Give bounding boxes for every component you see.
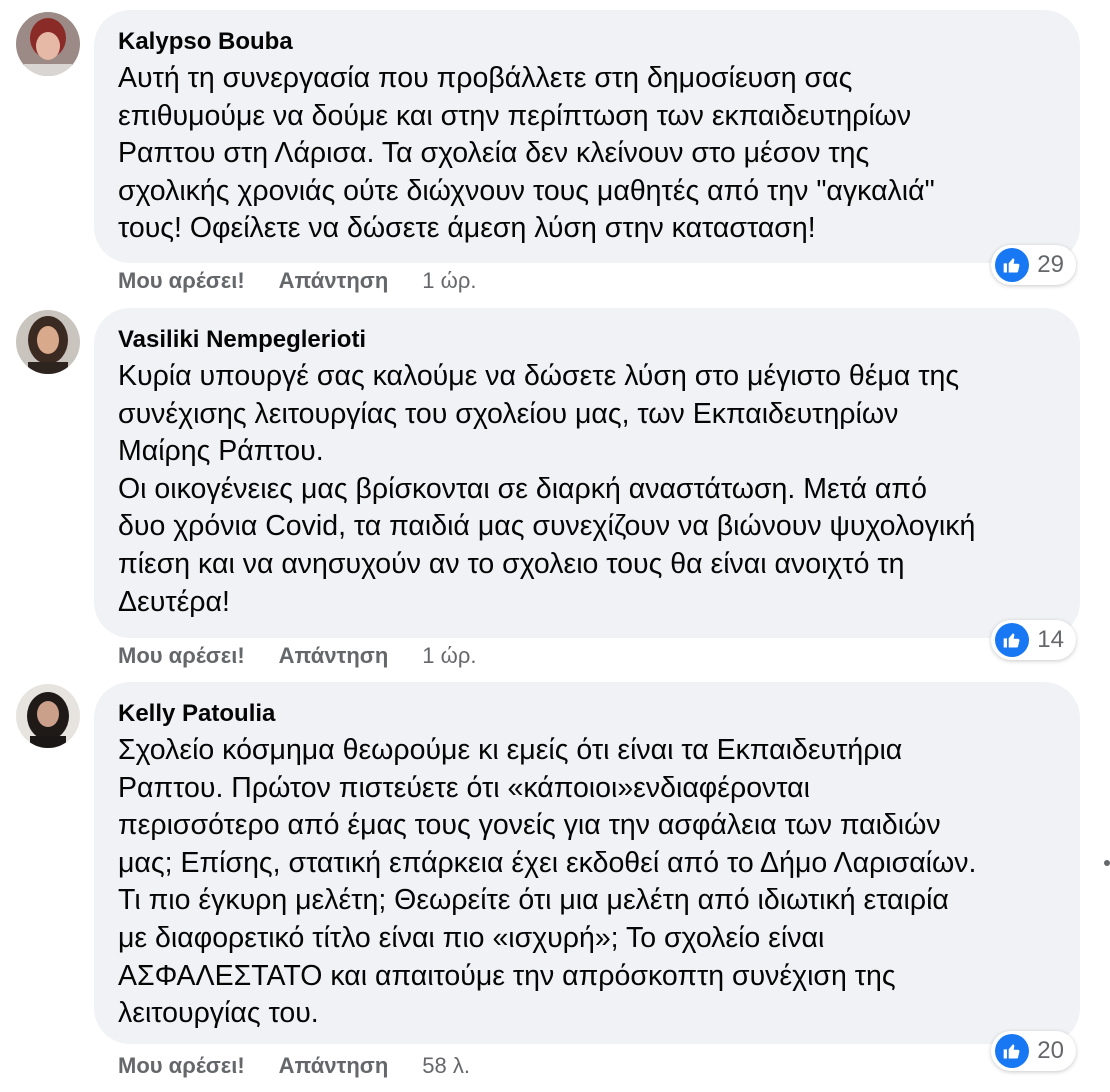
reaction-count: 29	[1037, 251, 1064, 278]
comment-actions: Μου αρέσει! Απάντηση 1 ώρ.	[118, 641, 476, 671]
reaction-summary[interactable]: 14	[991, 620, 1076, 660]
reply-button[interactable]: Απάντηση	[279, 643, 389, 669]
comment-author[interactable]: Vasiliki Nempeglerioti	[118, 324, 1056, 356]
avatar[interactable]	[16, 12, 80, 76]
more-options-dot[interactable]	[1104, 860, 1110, 866]
comment-text: Αυτή τη συνεργασία που προβάλλετε στη δη…	[118, 62, 935, 245]
comment-actions: Μου αρέσει! Απάντηση 1 ώρ.	[118, 266, 476, 296]
comment-timestamp[interactable]: 58 λ.	[422, 1053, 470, 1079]
comment-timestamp[interactable]: 1 ώρ.	[422, 643, 476, 669]
comment-author[interactable]: Kelly Patoulia	[118, 698, 1056, 730]
comment-bubble: Kelly Patoulia Σχολείο κόσμημα θεωρούμε …	[94, 682, 1080, 1044]
reaction-summary[interactable]: 29	[991, 245, 1076, 285]
comment-author[interactable]: Kalypso Bouba	[118, 26, 1056, 58]
avatar[interactable]	[16, 684, 80, 748]
comment-text: Κυρία υπουργέ σας καλούμε να δώσετε λύση…	[118, 360, 976, 618]
comment-bubble: Kalypso Bouba Αυτή τη συνεργασία που προ…	[94, 10, 1080, 263]
like-button[interactable]: Μου αρέσει!	[118, 1053, 245, 1079]
reaction-count: 20	[1037, 1037, 1064, 1064]
like-button[interactable]: Μου αρέσει!	[118, 643, 245, 669]
comment-timestamp[interactable]: 1 ώρ.	[422, 268, 476, 294]
comment-bubble: Vasiliki Nempeglerioti Κυρία υπουργέ σας…	[94, 308, 1080, 638]
reply-button[interactable]: Απάντηση	[279, 268, 389, 294]
reply-button[interactable]: Απάντηση	[279, 1053, 389, 1079]
thumbs-up-icon	[995, 1034, 1030, 1068]
comment-actions: Μου αρέσει! Απάντηση 58 λ.	[118, 1051, 470, 1081]
comment-text: Σχολείο κόσμημα θεωρούμε κι εμείς ότι εί…	[118, 734, 977, 1030]
thumbs-up-icon	[995, 248, 1030, 282]
thumbs-up-icon	[995, 623, 1030, 657]
reaction-count: 14	[1037, 626, 1064, 653]
reaction-summary[interactable]: 20	[991, 1031, 1076, 1071]
avatar[interactable]	[16, 310, 80, 374]
like-button[interactable]: Μου αρέσει!	[118, 268, 245, 294]
